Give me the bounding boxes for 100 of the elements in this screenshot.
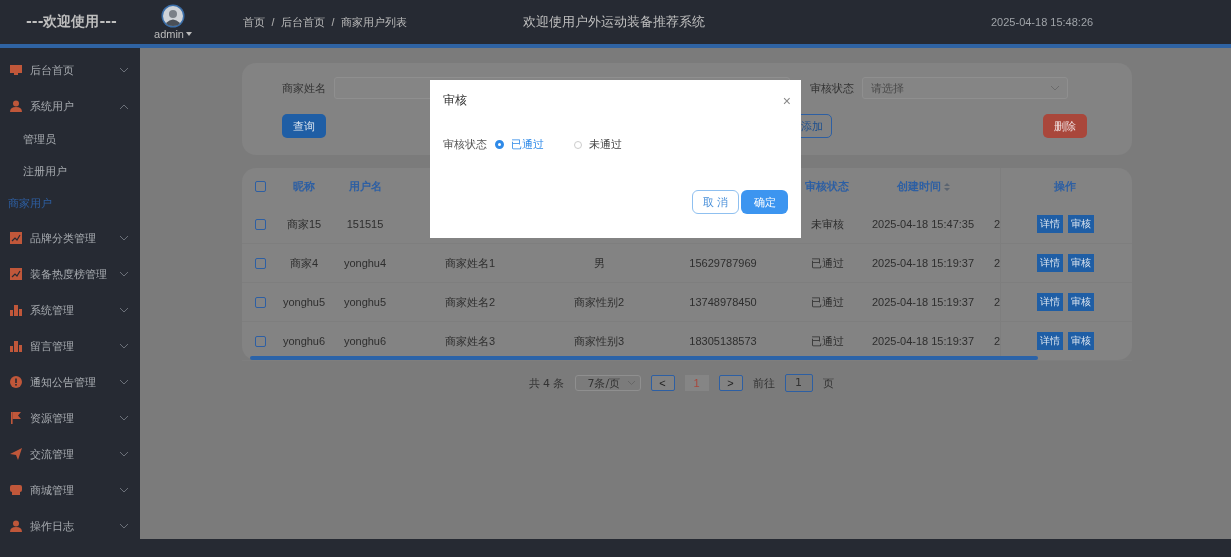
- table-cell: 商家姓名3: [444, 334, 496, 347]
- table-cell: 商家性别2: [573, 295, 625, 308]
- column-header: 审核状态: [805, 179, 849, 194]
- review-button[interactable]: 审核: [1067, 215, 1094, 233]
- user-menu[interactable]: admin: [154, 28, 192, 40]
- sidebar-item[interactable]: 通知公告管理: [0, 364, 140, 400]
- checkbox[interactable]: [254, 335, 266, 347]
- details-button[interactable]: 详情: [1036, 254, 1063, 272]
- table-cell: yonghu6: [343, 335, 387, 347]
- user-icon: [10, 520, 22, 532]
- bars-icon: [10, 304, 22, 316]
- field-label: 审核状态: [810, 80, 854, 96]
- details-button[interactable]: 详情: [1036, 293, 1063, 311]
- confirm-button[interactable]: 确定: [741, 190, 788, 214]
- details-button[interactable]: 详情: [1036, 215, 1063, 233]
- table-cell: 商家4: [289, 256, 319, 269]
- checkbox[interactable]: [254, 296, 266, 308]
- field-label: 审核状态: [443, 137, 487, 152]
- table-cell: 未审核: [810, 217, 844, 230]
- column-header: 操作: [1054, 179, 1076, 194]
- table-cell: 2025-04-18 15:19:37: [871, 257, 975, 269]
- table-cell: 15629787969: [689, 257, 757, 269]
- chart-icon: [10, 232, 22, 244]
- table-cell: 2: [994, 218, 1000, 230]
- checkbox[interactable]: [254, 257, 266, 269]
- details-button[interactable]: 详情: [1036, 332, 1063, 350]
- page-suffix: 页: [822, 375, 834, 391]
- flag-icon: [10, 412, 22, 424]
- sidebar-item[interactable]: 装备热度榜管理: [0, 256, 140, 292]
- monitor-icon: [10, 64, 22, 76]
- breadcrumb-link[interactable]: 首页: [243, 14, 265, 30]
- breadcrumb-link[interactable]: 后台首页: [281, 14, 325, 30]
- avatar-icon[interactable]: [161, 4, 185, 28]
- table-cell: 2025-04-18 15:19:37: [871, 296, 975, 308]
- sidebar-item[interactable]: 品牌分类管理: [0, 220, 140, 256]
- info-icon: [10, 376, 22, 388]
- field-label: 商家姓名: [282, 80, 326, 96]
- close-button[interactable]: ×: [782, 92, 791, 109]
- sidebar-item[interactable]: 后台首页: [0, 52, 140, 88]
- sidebar-item[interactable]: 操作日志: [0, 508, 140, 539]
- plane-icon: [10, 448, 22, 460]
- table-cell: 商家姓名1: [444, 256, 496, 269]
- sidebar-subitem[interactable]: 注册用户: [0, 156, 140, 188]
- page-input[interactable]: 1: [784, 374, 813, 392]
- column-header: 昵称: [293, 179, 315, 194]
- radio-option[interactable]: 已通过: [495, 137, 544, 152]
- checkbox[interactable]: [254, 218, 266, 230]
- review-button[interactable]: 审核: [1067, 254, 1094, 272]
- chevron-icon: [1051, 85, 1059, 91]
- system-title: 欢迎使用户外运动装备推荐系统: [523, 13, 706, 31]
- table-cell: yonghu4: [343, 257, 387, 269]
- table-cell: 2: [994, 296, 1000, 308]
- next-page-button[interactable]: >: [718, 375, 743, 391]
- delete-button[interactable]: 删除: [1043, 114, 1087, 138]
- table-cell: 商家姓名2: [444, 295, 496, 308]
- sidebar-item[interactable]: 资源管理: [0, 400, 140, 436]
- table-cell: 男: [593, 256, 605, 269]
- goto-label: 前往: [752, 375, 775, 391]
- sidebar-item[interactable]: 系统管理: [0, 292, 140, 328]
- dialog-title: 审核: [443, 92, 467, 109]
- table-cell: 商家性别3: [573, 334, 625, 347]
- store-icon: [10, 484, 22, 496]
- table-cell: 151515: [346, 218, 384, 230]
- review-button[interactable]: 审核: [1067, 293, 1094, 311]
- query-button[interactable]: 查询: [282, 114, 326, 138]
- table-cell: 2: [994, 335, 1000, 347]
- column-header: 用户名: [348, 179, 382, 194]
- separator-icon: [271, 17, 275, 26]
- checkbox[interactable]: [254, 181, 266, 192]
- user-icon: [10, 100, 22, 112]
- table-cell: 已通过: [810, 334, 844, 347]
- scrollbar[interactable]: [250, 356, 1038, 360]
- page-size-select[interactable]: 7条/页: [574, 375, 641, 391]
- total-count: 共 4 条: [528, 375, 565, 391]
- table-cell: yonghu5: [282, 296, 326, 308]
- table-cell: 2025-04-18 15:47:35: [871, 218, 975, 230]
- caret-icon: [186, 32, 192, 36]
- table-cell: 13748978450: [689, 296, 757, 308]
- sidebar-subitem[interactable]: 管理员: [0, 124, 140, 156]
- prev-page-button[interactable]: <: [650, 375, 675, 391]
- review-button[interactable]: 审核: [1067, 332, 1094, 350]
- separator-icon: [331, 17, 335, 26]
- breadcrumb-link[interactable]: 商家用户列表: [341, 14, 407, 30]
- sort-icon[interactable]: [943, 182, 950, 191]
- datetime: 2025-04-18 15:48:26: [991, 16, 1094, 28]
- table-cell: 已通过: [810, 256, 844, 269]
- sidebar-item[interactable]: 留言管理: [0, 328, 140, 364]
- sidebar-item[interactable]: 交流管理: [0, 436, 140, 472]
- radio-option[interactable]: 未通过: [574, 137, 622, 152]
- chart-icon: [10, 268, 22, 280]
- table-cell: yonghu5: [343, 296, 387, 308]
- sidebar-item[interactable]: 系统用户: [0, 88, 140, 124]
- sidebar-item[interactable]: 商城管理: [0, 472, 140, 508]
- table-cell: 18305138573: [689, 335, 757, 347]
- cancel-button[interactable]: 取 消: [692, 190, 739, 214]
- table-cell: yonghu6: [282, 335, 326, 347]
- table-cell: 已通过: [810, 295, 844, 308]
- table-cell: 2025-04-18 15:19:37: [871, 335, 975, 347]
- bars-icon: [10, 340, 22, 352]
- table-cell: 2: [994, 257, 1000, 269]
